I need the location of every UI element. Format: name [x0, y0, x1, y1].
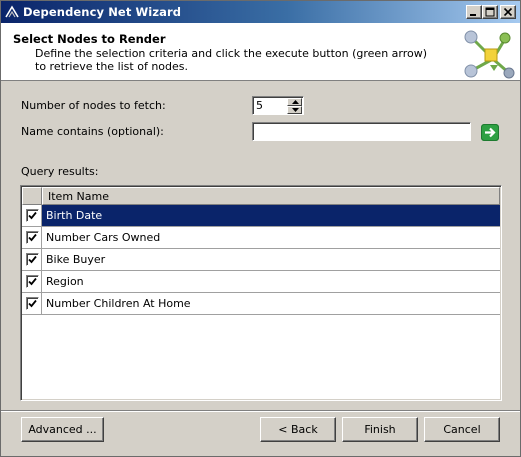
- minimize-icon: [470, 14, 476, 16]
- nodes-count-label: Number of nodes to fetch:: [21, 99, 166, 112]
- button-bar-divider: [1, 410, 520, 412]
- stepper-up-button[interactable]: [287, 98, 302, 106]
- title-bar[interactable]: Dependency Net Wizard: [1, 1, 520, 23]
- dependency-net-icon: [457, 25, 515, 81]
- table-row[interactable]: Number Children At Home: [22, 293, 500, 315]
- table-row[interactable]: Region: [22, 271, 500, 293]
- window-title: Dependency Net Wizard: [23, 5, 182, 19]
- wizard-app-icon: [5, 5, 19, 19]
- row-checkbox[interactable]: [26, 297, 39, 310]
- maximize-button[interactable]: [482, 5, 498, 19]
- close-icon: [503, 7, 513, 17]
- checkmark-icon: [28, 233, 37, 242]
- checkmark-icon: [28, 211, 37, 220]
- minimize-button[interactable]: [466, 5, 482, 19]
- table-row[interactable]: Number Cars Owned: [22, 227, 500, 249]
- name-filter-label: Name contains (optional):: [21, 125, 164, 138]
- wizard-window: Dependency Net Wizard Select Nodes to Re…: [0, 0, 521, 457]
- row-checkbox[interactable]: [26, 253, 39, 266]
- row-item-name: Number Children At Home: [46, 297, 191, 310]
- arrow-down-icon: [292, 108, 299, 112]
- row-item-name: Birth Date: [42, 205, 500, 226]
- query-results-label: Query results:: [21, 165, 99, 178]
- table-row[interactable]: Birth Date: [22, 205, 500, 227]
- row-checkbox-cell: [22, 227, 42, 248]
- page-description: Define the selection criteria and click …: [35, 47, 428, 73]
- close-button[interactable]: [500, 5, 516, 19]
- row-checkbox[interactable]: [26, 231, 39, 244]
- row-checkbox[interactable]: [26, 275, 39, 288]
- nodes-count-stepper[interactable]: 5: [252, 96, 304, 115]
- stepper-down-button[interactable]: [287, 106, 302, 114]
- table-row[interactable]: Bike Buyer: [22, 249, 500, 271]
- grid-header-item-name[interactable]: Item Name: [42, 187, 500, 205]
- checkmark-icon: [28, 299, 37, 308]
- row-item-name: Bike Buyer: [46, 253, 106, 266]
- back-button[interactable]: < Back: [260, 417, 336, 442]
- page-title: Select Nodes to Render: [13, 32, 166, 46]
- maximize-icon: [485, 7, 495, 17]
- advanced-button[interactable]: Advanced ...: [21, 417, 104, 442]
- query-results-grid[interactable]: Item Name Birth Date Number Cars Owned B…: [20, 185, 502, 401]
- grid-header-checkbox-column: [22, 187, 42, 205]
- row-checkbox-cell: [22, 205, 42, 226]
- nodes-count-value[interactable]: 5: [256, 99, 263, 112]
- finish-button[interactable]: Finish: [342, 417, 418, 442]
- row-checkbox[interactable]: [26, 209, 39, 222]
- row-item-name: Region: [46, 275, 84, 288]
- checkmark-icon: [28, 255, 37, 264]
- row-checkbox-cell: [22, 293, 42, 314]
- grid-header: Item Name: [22, 187, 500, 205]
- wizard-header: Select Nodes to Render Define the select…: [1, 23, 520, 81]
- grid-empty-area: [22, 315, 500, 399]
- row-checkbox-cell: [22, 249, 42, 270]
- checkmark-icon: [28, 277, 37, 286]
- execute-button[interactable]: [479, 122, 499, 141]
- column-header-label: Item Name: [48, 190, 109, 203]
- name-filter-input[interactable]: [252, 122, 471, 141]
- arrow-up-icon: [292, 100, 299, 104]
- row-checkbox-cell: [22, 271, 42, 292]
- cancel-button[interactable]: Cancel: [424, 417, 500, 442]
- row-item-name: Number Cars Owned: [46, 231, 161, 244]
- green-arrow-icon: [481, 124, 499, 141]
